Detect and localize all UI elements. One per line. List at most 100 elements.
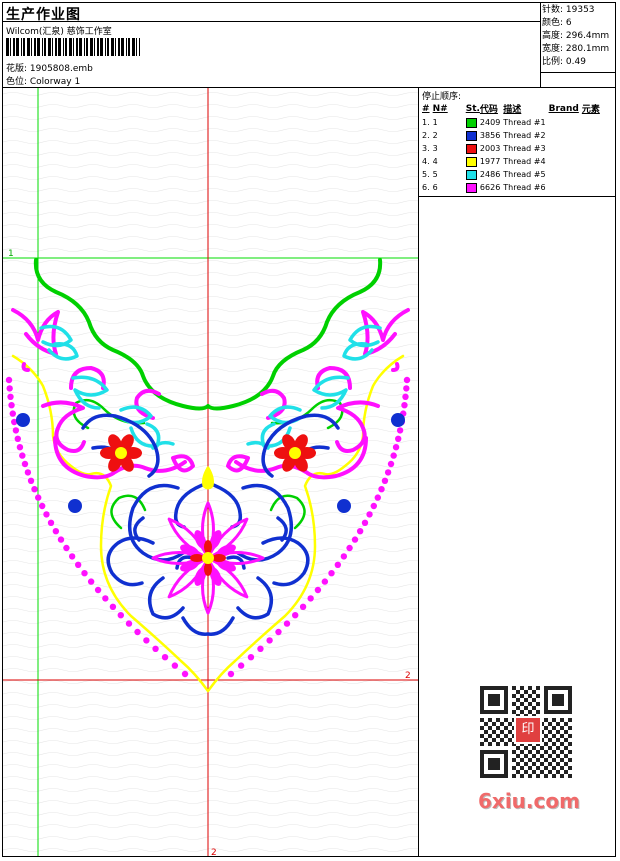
- magenta-stitch-dot: [378, 486, 385, 493]
- thread-number: 2: [432, 131, 438, 140]
- thread-swatch-cell: [465, 142, 480, 155]
- magenta-stitch-dot: [16, 444, 24, 451]
- magenta-stitch-dot: [38, 502, 46, 510]
- thread-swatch-cell: [465, 181, 480, 194]
- stats-panel: 针数: 19353 颜色: 6 高度: 296.4mm 宽度: 280.1mm …: [542, 4, 609, 69]
- col-desc: 描述: [503, 105, 522, 115]
- qr-seal: 印: [514, 716, 542, 744]
- magenta-stitch-dot: [392, 444, 400, 451]
- header-stats-divider: [540, 2, 541, 87]
- blue-dot-left-bottom: [68, 499, 82, 513]
- thread-index: 3.: [422, 144, 430, 153]
- magenta-stitch-dot: [87, 578, 95, 585]
- magenta-stitch-dot: [381, 477, 389, 484]
- company-divider: [2, 21, 540, 22]
- stats-bottom-divider: [540, 72, 616, 73]
- magenta-stitch-dot: [125, 620, 133, 627]
- magenta-stitch-dot: [47, 519, 55, 526]
- magenta-stitch-dot: [27, 477, 35, 484]
- magenta-stitch-dot: [14, 435, 21, 442]
- guide-label-1: 1: [8, 249, 14, 259]
- thread-panel-bottom: [418, 196, 616, 197]
- thread-element: [582, 116, 603, 129]
- magenta-stitch-dot: [356, 528, 364, 535]
- guide-label-2-right: 2: [405, 671, 411, 681]
- col-element: 元素: [581, 105, 600, 115]
- thread-row: 6. 6 6626 Thread #6: [422, 181, 603, 194]
- thread-number: 5: [432, 170, 438, 179]
- magenta-stitch-dot: [6, 385, 13, 392]
- thread-element: [582, 181, 603, 194]
- center-red-petal: [212, 554, 226, 562]
- thread-panel-heading: 停止顺序:: [422, 92, 462, 102]
- magenta-stitch-dot: [334, 561, 342, 568]
- thread-swatch-cell: [465, 116, 480, 129]
- thread-color-swatch: [465, 130, 477, 141]
- magenta-stitch-dot: [328, 570, 335, 577]
- magenta-stitch-dot: [321, 578, 329, 585]
- stat-ratio: 比例: 0.49: [542, 57, 586, 67]
- thread-code: 3856: [479, 131, 501, 140]
- thread-index: 4.: [422, 157, 430, 166]
- magenta-stitch-dot: [390, 452, 397, 459]
- magenta-stitch-dot: [21, 460, 29, 468]
- magenta-stitch-dot: [247, 654, 255, 661]
- col-index: #: [422, 103, 430, 114]
- thread-index: 2.: [422, 131, 430, 140]
- col-number: N#: [432, 103, 448, 114]
- magenta-stitch-dot: [94, 586, 102, 594]
- magenta-stitch-dot: [171, 662, 179, 669]
- thread-row: 3. 3 2003 Thread #3: [422, 142, 603, 155]
- flower-center: [115, 447, 127, 459]
- thread-description: Thread #4: [503, 157, 546, 166]
- stat-colors: 颜色: 6: [542, 18, 572, 28]
- sheet-title: 生产作业图: [6, 7, 81, 23]
- thread-element: [582, 168, 603, 181]
- thread-swatch-cell: [465, 129, 480, 142]
- magenta-stitch-dot: [9, 410, 16, 417]
- thread-color-swatch: [465, 169, 477, 180]
- magenta-stitch-dot: [237, 662, 245, 669]
- magenta-stitch-dot: [52, 528, 60, 535]
- stat-height: 高度: 296.4mm: [542, 31, 610, 41]
- thread-description: Thread #2: [503, 131, 546, 140]
- magenta-stitch-dot: [307, 595, 314, 602]
- col-code: 代码: [479, 105, 498, 115]
- thread-code: 6626: [479, 183, 501, 192]
- thread-table: # N# St. 代码 描述 Brand 元素 1. 1 2409 Thread #1…: [422, 102, 603, 194]
- thread-brand: [549, 129, 582, 142]
- magenta-stitch-dot: [401, 402, 408, 409]
- magenta-stitch-dot: [227, 670, 235, 678]
- yellow-center-drop: [202, 466, 214, 490]
- thread-code: 2003: [479, 144, 501, 153]
- magenta-stitch-dot: [102, 595, 109, 602]
- blue-dot-right-top: [391, 413, 405, 427]
- magenta-stitch-dot: [403, 385, 410, 392]
- thread-row: 2. 2 3856 Thread #2: [422, 129, 603, 142]
- magenta-stitch-dot: [292, 612, 299, 619]
- magenta-stitch-dot: [370, 502, 378, 510]
- stat-width: 宽度: 280.1mm: [542, 44, 610, 54]
- magenta-stitch-dot: [314, 586, 322, 594]
- design-panel-divider: [418, 87, 419, 857]
- center-red-petal: [204, 540, 212, 554]
- thread-description: Thread #5: [503, 170, 546, 179]
- center-red-petal: [190, 554, 204, 562]
- magenta-stitch-dot: [161, 654, 169, 661]
- thread-element: [582, 155, 603, 168]
- col-brand: Brand: [548, 103, 579, 114]
- thread-code: 2486: [479, 170, 501, 179]
- magenta-stitch-dot: [257, 645, 264, 652]
- thread-description: Thread #1: [503, 118, 546, 127]
- thread-color-swatch: [465, 156, 477, 167]
- thread-description: Thread #3: [503, 144, 546, 153]
- magenta-stitch-dot: [134, 628, 141, 636]
- magenta-stitch-dot: [74, 561, 82, 568]
- thread-brand: [549, 142, 582, 155]
- thread-index: 6.: [422, 183, 430, 192]
- magenta-stitch-dot: [384, 469, 392, 476]
- flower-center: [289, 447, 301, 459]
- magenta-stitch-dot: [402, 393, 409, 400]
- thread-number: 4: [432, 157, 438, 166]
- magenta-stitch-dot: [5, 376, 13, 384]
